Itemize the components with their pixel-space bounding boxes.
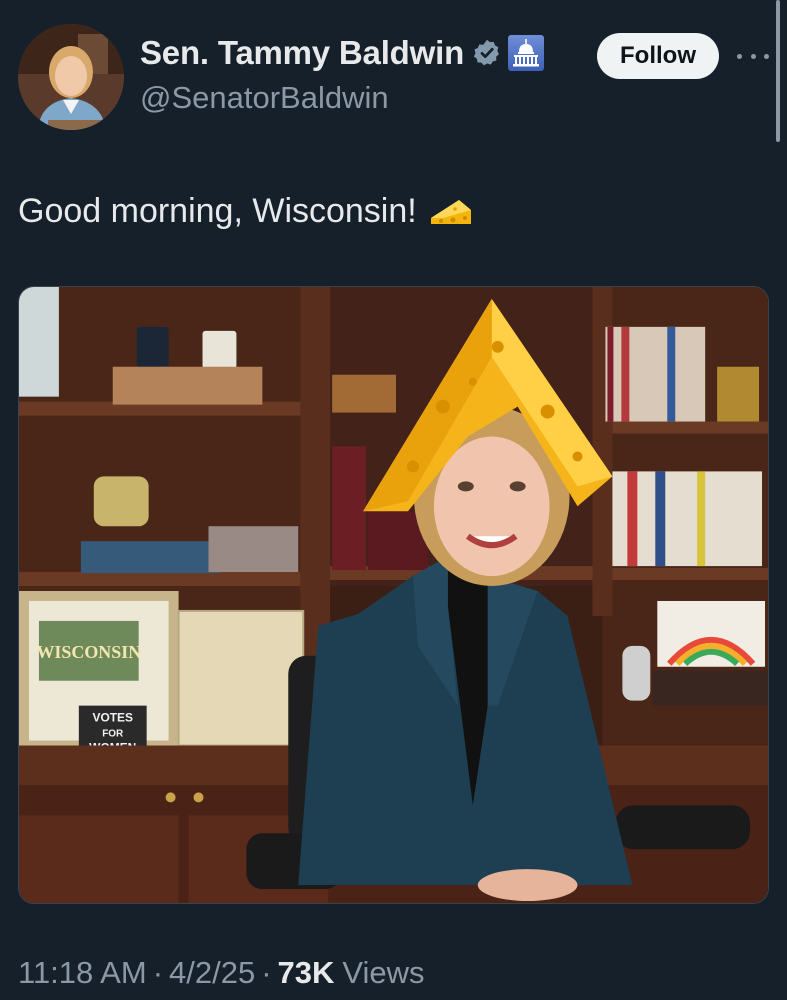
sign-line-2: FOR — [102, 729, 123, 740]
more-dot — [750, 53, 756, 59]
postcard-text: WISCONSIN — [36, 642, 141, 662]
tweet-header: Sen. Tammy Baldwin @SenatorBaldwin Follo… — [0, 0, 787, 150]
office-photo: WISCONSIN VOTES FOR WOMEN — [19, 287, 768, 903]
tweet-body: Good morning, Wisconsin! — [18, 192, 417, 230]
tweet-text: Good morning, Wisconsin! — [18, 192, 473, 231]
sign-line-1: VOTES — [92, 711, 133, 725]
avatar-photo — [18, 24, 124, 130]
more-horizontal-icon[interactable] — [737, 44, 769, 68]
avatar[interactable] — [18, 24, 124, 130]
views-count: 73K — [277, 955, 335, 990]
more-dot — [737, 53, 742, 59]
user-handle[interactable]: @SenatorBaldwin — [140, 80, 389, 116]
cheese-wedge-icon — [429, 194, 473, 230]
verified-badge-icon[interactable] — [472, 38, 502, 68]
tweet-meta: 11:18 AM · 4/2/25 · 73K Views — [18, 955, 425, 991]
meta-separator: · — [261, 955, 272, 990]
follow-button[interactable]: Follow — [597, 33, 719, 79]
name-row: Sen. Tammy Baldwin — [140, 34, 545, 72]
tweet-date[interactable]: 4/2/25 — [169, 955, 255, 991]
display-name[interactable]: Sen. Tammy Baldwin — [140, 34, 464, 72]
tweet-photo[interactable]: WISCONSIN VOTES FOR WOMEN — [18, 286, 769, 904]
meta-separator: · — [152, 955, 164, 990]
tweet-time[interactable]: 11:18 AM — [18, 955, 147, 991]
views-label: Views — [342, 955, 425, 990]
capitol-icon[interactable] — [508, 35, 545, 71]
more-dot — [764, 53, 769, 59]
